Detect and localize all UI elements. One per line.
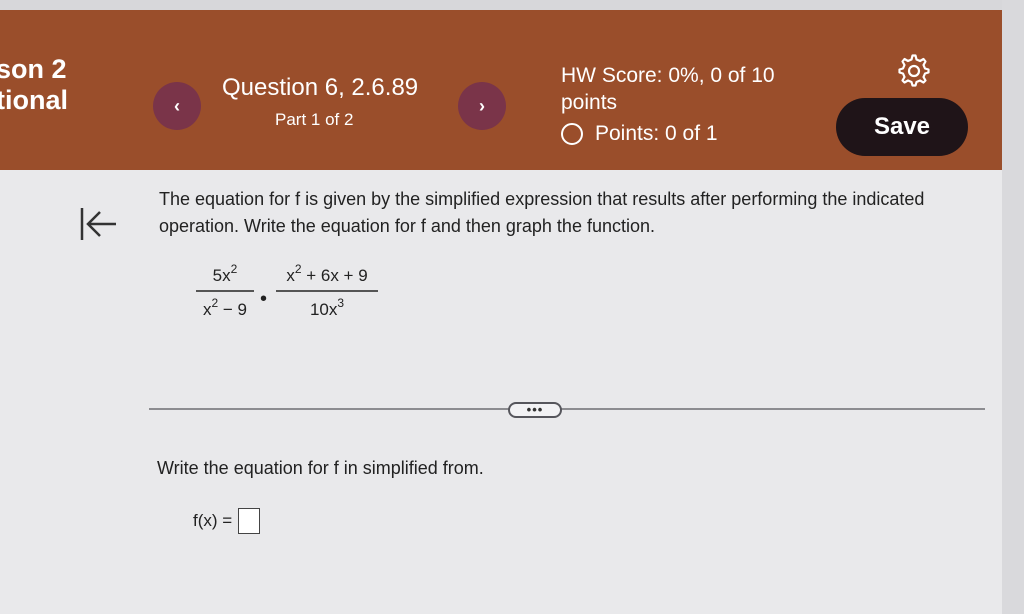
circle-icon: [561, 123, 583, 145]
lesson-title: son 2 tional: [0, 54, 68, 116]
fraction-1-numerator: 5x2: [212, 262, 238, 285]
question-part: Part 1 of 2: [275, 110, 354, 129]
fraction-2-numerator: x2 + 6x + 9: [286, 262, 368, 285]
fraction-bar: [196, 290, 254, 292]
problem-instructions: The equation for f is given by the simpl…: [159, 189, 925, 236]
chevron-right-icon: ›: [479, 95, 485, 116]
fraction-bar: [276, 290, 378, 292]
lesson-title-line1: son 2: [0, 54, 67, 84]
more-button[interactable]: •••: [508, 402, 562, 418]
chevron-left-icon: ‹: [174, 95, 180, 116]
section-divider: [149, 408, 985, 410]
hw-score: HW Score: 0%, 0 of 10 points: [561, 64, 775, 114]
answer-label: f(x) =: [193, 511, 233, 530]
answer-input[interactable]: [238, 508, 261, 534]
fraction-2-denominator: 10x3: [309, 295, 345, 319]
fraction-2: x2 + 6x + 9 10x3: [276, 262, 378, 320]
window-edge: [1002, 0, 1024, 614]
points-text: Points: 0 of 1: [595, 122, 718, 145]
collapse-left-icon[interactable]: [76, 204, 120, 244]
multiply-operator: •: [260, 288, 268, 310]
save-button[interactable]: Save: [836, 98, 968, 156]
previous-question-button[interactable]: ‹: [153, 82, 201, 130]
fraction-1-denominator: x2 − 9: [202, 295, 248, 319]
answer-row: f(x) =: [193, 508, 261, 534]
gear-icon[interactable]: [897, 54, 931, 88]
next-question-button[interactable]: ›: [458, 82, 506, 130]
question-title: Question 6, 2.6.89: [222, 74, 419, 101]
question-points: Points: 0 of 1: [561, 122, 718, 146]
answer-prompt: Write the equation for f in simplified f…: [157, 458, 484, 478]
fraction-1: 5x2 x2 − 9: [196, 262, 254, 320]
question-header: son 2 tional ‹ Question 6, 2.6.89 Part 1…: [0, 10, 1004, 170]
lesson-title-line2: tional: [0, 85, 68, 115]
